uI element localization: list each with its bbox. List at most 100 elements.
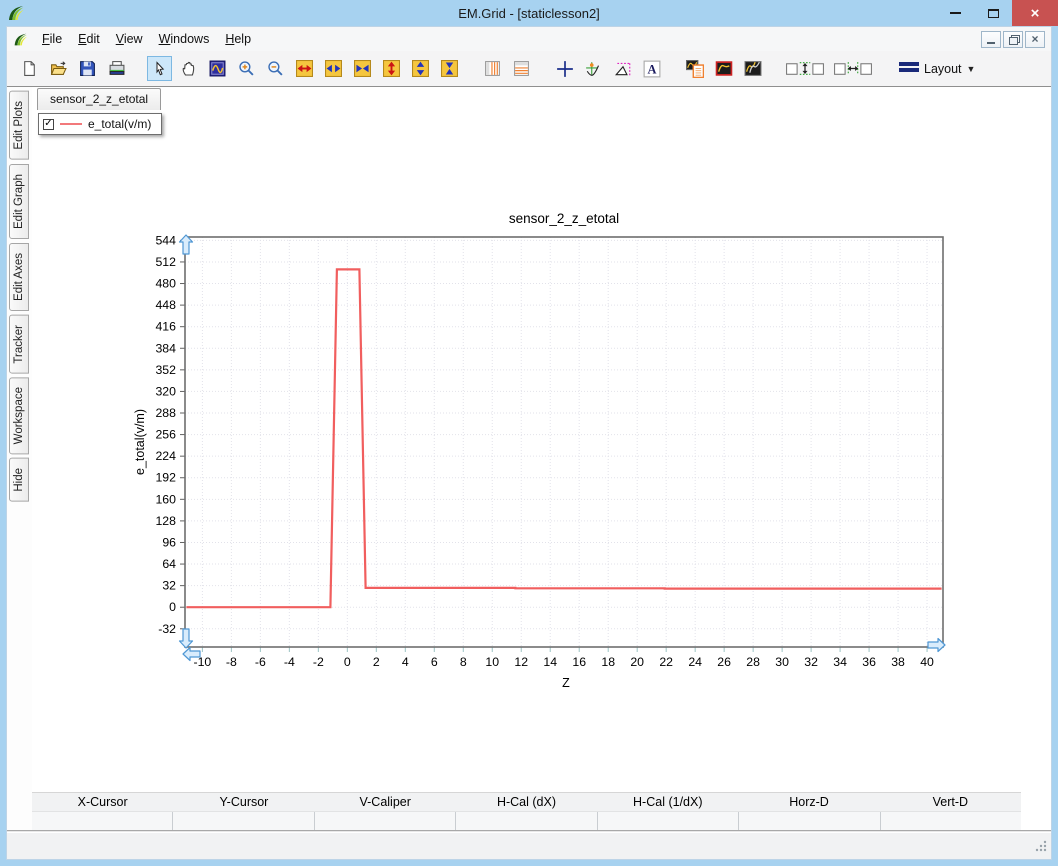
save-button[interactable] <box>75 56 100 81</box>
expand-horizontal-icon <box>296 60 313 77</box>
y-tick-label: 384 <box>155 341 176 355</box>
axis-scroll-up-icon[interactable] <box>180 235 193 254</box>
overlay-plots-button[interactable] <box>740 56 765 81</box>
edit-plot-button[interactable] <box>711 56 736 81</box>
status-header-h-cal-1-dx-: H-Cal (1/dX) <box>597 793 738 811</box>
x-tick-label: 26 <box>717 655 731 669</box>
zoom-in-icon <box>238 60 255 77</box>
x-tick-label: 24 <box>688 655 702 669</box>
series-line <box>186 269 941 607</box>
x-tick-label: 32 <box>804 655 818 669</box>
y-axis-label: e_total(v/m) <box>133 409 147 475</box>
equal-vertical-spacing-button[interactable] <box>783 56 827 81</box>
layout-button[interactable]: Layout ▼ <box>893 57 981 80</box>
y-tick-label: 32 <box>162 579 176 593</box>
tracker-button[interactable] <box>581 56 606 81</box>
horizontal-gridlines-icon <box>513 60 530 77</box>
x-tick-label: 22 <box>659 655 673 669</box>
crosshair-button[interactable] <box>552 56 577 81</box>
y-tick-label: 352 <box>155 363 176 377</box>
bowtie-vertical-button[interactable] <box>437 56 462 81</box>
vertical-gridlines-button[interactable] <box>480 56 505 81</box>
tracker-icon <box>585 60 603 78</box>
y-tick-label: 448 <box>155 298 176 312</box>
status-header-y-cursor: Y-Cursor <box>173 793 314 811</box>
bowtie-vertical-icon <box>441 60 458 77</box>
maximize-button[interactable] <box>974 0 1012 26</box>
x-tick-label: 38 <box>891 655 905 669</box>
plot-properties-button[interactable] <box>682 56 707 81</box>
tab-sensor-2-z-etotal[interactable]: sensor_2_z_etotal <box>37 88 161 110</box>
menu-help[interactable]: Help <box>217 29 259 49</box>
y-tick-label: 512 <box>155 255 176 269</box>
shrink-horizontal-button[interactable] <box>321 56 346 81</box>
zoom-out-button[interactable] <box>263 56 288 81</box>
close-button[interactable]: × <box>1012 0 1058 26</box>
mdi-restore-button[interactable] <box>1003 31 1023 48</box>
x-tick-label: 34 <box>833 655 847 669</box>
caliper-button[interactable] <box>610 56 635 81</box>
mdi-minimize-button[interactable] <box>981 31 1001 48</box>
menu-edit[interactable]: Edit <box>70 29 108 49</box>
x-tick-label: 8 <box>460 655 467 669</box>
legend-checkbox[interactable]: ✓ <box>43 119 54 130</box>
zoom-in-button[interactable] <box>234 56 259 81</box>
x-tick-label: -4 <box>284 655 295 669</box>
document-tab-bar: sensor_2_z_etotal <box>32 87 1051 110</box>
vertical-gridlines-icon <box>484 60 501 77</box>
status-bar-values <box>32 811 1021 830</box>
pan-button[interactable] <box>176 56 201 81</box>
sidebar-tab-tracker[interactable]: Tracker <box>9 315 29 374</box>
menu-view[interactable]: View <box>108 29 151 49</box>
bowtie-horizontal-button[interactable] <box>350 56 375 81</box>
status-value-v-caliper <box>315 812 456 830</box>
x-tick-label: 28 <box>746 655 760 669</box>
sidebar-tab-hide[interactable]: Hide <box>9 458 29 502</box>
pointer-button[interactable] <box>147 56 172 81</box>
sidebar-tab-workspace[interactable]: Workspace <box>9 377 29 454</box>
y-tick-label: 64 <box>162 557 176 571</box>
bottom-status-strip <box>7 833 1051 859</box>
y-tick-label: 160 <box>155 492 176 506</box>
text-annotation-button[interactable]: A <box>639 56 664 81</box>
equal-vertical-spacing-icon <box>785 60 825 77</box>
open-button[interactable] <box>46 56 71 81</box>
menu-file[interactable]: File <box>34 29 70 49</box>
minimize-button[interactable] <box>936 0 974 26</box>
overlay-plots-icon <box>744 60 762 77</box>
maximize-icon <box>988 9 999 18</box>
window-title: EM.Grid - [staticlesson2] <box>0 6 1058 21</box>
x-tick-label: 2 <box>373 655 380 669</box>
shrink-vertical-button[interactable] <box>408 56 433 81</box>
sidebar-tab-edit-graph[interactable]: Edit Graph <box>9 164 29 239</box>
new-document-button[interactable] <box>17 56 42 81</box>
x-tick-label: 16 <box>572 655 586 669</box>
equal-horizontal-spacing-button[interactable] <box>831 56 875 81</box>
x-tick-label: 14 <box>543 655 557 669</box>
zoom-window-button[interactable] <box>205 56 230 81</box>
close-icon: × <box>1031 6 1040 21</box>
y-tick-label: 224 <box>155 449 176 463</box>
resize-grip[interactable] <box>1034 839 1048 856</box>
status-bar-headers: X-CursorY-CursorV-CaliperH-Cal (dX)H-Cal… <box>32 792 1021 811</box>
open-icon <box>49 60 68 77</box>
minimize-icon <box>950 12 961 14</box>
x-tick-label: -6 <box>255 655 266 669</box>
sidebar-tab-edit-axes[interactable]: Edit Axes <box>9 243 29 311</box>
mdi-close-button[interactable]: × <box>1025 31 1045 48</box>
legend-line-sample <box>60 123 82 125</box>
title-bar: EM.Grid - [staticlesson2] × <box>0 0 1058 26</box>
layout-button-label: Layout <box>924 62 962 76</box>
x-tick-label: 0 <box>344 655 351 669</box>
sidebar-tab-edit-plots[interactable]: Edit Plots <box>9 91 29 160</box>
x-tick-label: 4 <box>402 655 409 669</box>
menu-windows[interactable]: Windows <box>151 29 218 49</box>
expand-vertical-button[interactable] <box>379 56 404 81</box>
axis-scroll-down-icon[interactable] <box>180 629 193 648</box>
zoom-out-icon <box>267 60 284 77</box>
plot-properties-icon <box>686 60 704 78</box>
horizontal-gridlines-button[interactable] <box>509 56 534 81</box>
expand-horizontal-button[interactable] <box>292 56 317 81</box>
print-button[interactable] <box>104 56 129 81</box>
x-tick-label: -8 <box>226 655 237 669</box>
